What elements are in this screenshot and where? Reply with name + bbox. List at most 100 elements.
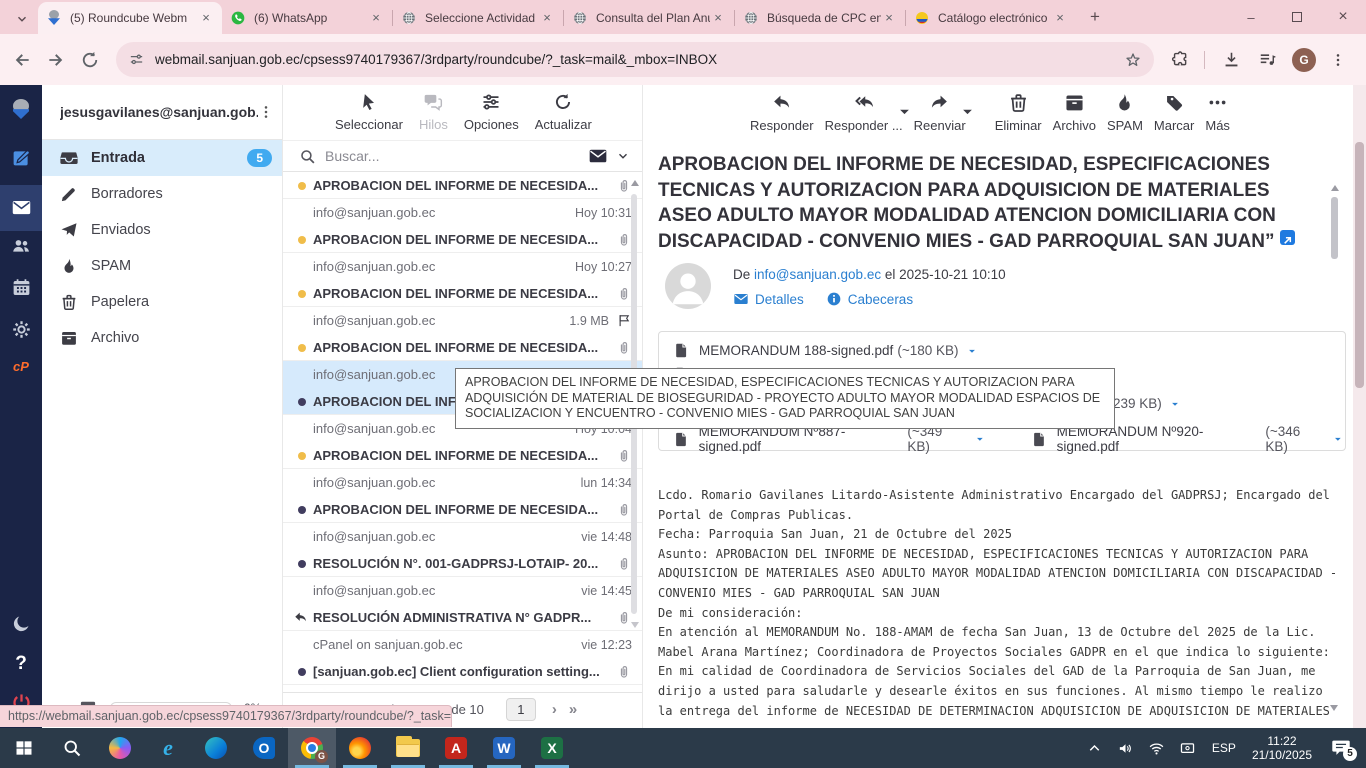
seleccionar-button[interactable]: Seleccionar xyxy=(333,88,405,136)
volume-icon[interactable] xyxy=(1117,740,1134,757)
responder-button[interactable]: Responder xyxy=(748,88,816,137)
folder-item-archivo[interactable]: Archivo xyxy=(42,320,282,356)
url-text[interactable]: webmail.sanjuan.gob.ec/cpsess9740179367/… xyxy=(155,52,1124,67)
tab-close-icon[interactable]: × xyxy=(368,10,384,26)
tab-close-icon[interactable]: × xyxy=(198,10,214,26)
tab-close-icon[interactable]: × xyxy=(1052,10,1068,26)
marcar-button[interactable]: Marcar xyxy=(1152,88,1196,137)
tab-close-icon[interactable]: × xyxy=(881,10,897,26)
open-in-new-window-icon[interactable] xyxy=(1280,230,1295,245)
browser-tab[interactable]: (5) Roundcube Webm× xyxy=(38,2,222,34)
taskbar-acrobat-button[interactable]: A xyxy=(432,728,480,768)
wifi-icon[interactable] xyxy=(1148,740,1165,757)
headers-link[interactable]: Cabeceras xyxy=(848,292,913,307)
attachment-menu-caret-icon[interactable] xyxy=(1168,397,1182,411)
folder-item-borradores[interactable]: Borradores xyxy=(42,176,282,212)
address-bar[interactable]: webmail.sanjuan.gob.ec/cpsess9740179367/… xyxy=(116,42,1154,77)
attachment-menu-caret-icon[interactable] xyxy=(965,344,979,358)
browser-tab[interactable]: Consulta del Plan Anu× xyxy=(564,2,734,34)
page-scroll-thumb[interactable] xyxy=(1355,142,1364,388)
help-icon[interactable]: ? xyxy=(0,653,42,675)
message-list-row[interactable]: info@sanjuan.gob.ecvie 14:48RESOLUCIÓN N… xyxy=(283,523,642,577)
opciones-button[interactable]: Opciones xyxy=(462,88,521,136)
taskbar-explorer-button[interactable] xyxy=(384,728,432,768)
más-button[interactable]: Más xyxy=(1203,88,1232,137)
folder-item-spam[interactable]: SPAM xyxy=(42,248,282,284)
connect-display-icon[interactable] xyxy=(1179,740,1196,757)
message-list-row[interactable]: APROBACION DEL INFORME DE NECESIDA... xyxy=(283,172,642,199)
taskbar-clock[interactable]: 11:22 21/10/2025 xyxy=(1252,734,1312,762)
taskbar-search-button[interactable] xyxy=(48,728,96,768)
message-list-row[interactable]: info@sanjuan.gob.ec1.9 MBAPROBACION DEL … xyxy=(283,307,642,361)
dropdown-caret-icon[interactable] xyxy=(957,101,978,122)
attachment-item[interactable]: 239 KB) xyxy=(1109,396,1182,411)
scroll-up-icon[interactable] xyxy=(631,180,639,186)
next-page-button[interactable]: › xyxy=(552,701,555,718)
media-controls-icon[interactable] xyxy=(1258,50,1277,69)
from-email-link[interactable]: info@sanjuan.gob.ec xyxy=(754,267,881,282)
cpanel-logo[interactable]: cP xyxy=(0,359,42,374)
compose-button[interactable] xyxy=(0,147,42,168)
calendar-nav-icon[interactable] xyxy=(0,277,42,298)
account-menu-icon[interactable] xyxy=(258,103,274,121)
scroll-down-icon[interactable] xyxy=(1330,705,1338,711)
folder-item-papelera[interactable]: Papelera xyxy=(42,284,282,320)
browser-tab[interactable]: Catálogo electrónico× xyxy=(906,2,1076,34)
new-tab-button[interactable]: + xyxy=(1082,5,1108,31)
taskbar-start-button[interactable] xyxy=(0,728,48,768)
details-link[interactable]: Detalles xyxy=(755,292,804,307)
site-settings-icon[interactable] xyxy=(128,51,145,68)
attachment-item[interactable]: MEMORANDUM Nº920-signed.pdf (~346 KB) xyxy=(1031,424,1345,454)
last-page-button[interactable]: » xyxy=(569,701,575,718)
browser-tab[interactable]: (6) WhatsApp× xyxy=(222,2,392,34)
search-input[interactable] xyxy=(325,148,588,164)
taskbar-firefox-button[interactable] xyxy=(336,728,384,768)
close-button[interactable]: × xyxy=(1320,0,1366,34)
roundcube-logo[interactable] xyxy=(0,99,42,121)
page-scrollbar[interactable] xyxy=(1353,85,1366,728)
hilos-button[interactable]: Hilos xyxy=(417,88,450,136)
taskbar-chrome-button[interactable]: G xyxy=(288,728,336,768)
scroll-up-icon[interactable] xyxy=(1331,185,1339,191)
dark-mode-icon[interactable] xyxy=(0,613,42,634)
message-list-row[interactable]: info@sanjuan.gob.ecvie 14:45RESOLUCIÓN A… xyxy=(283,577,642,631)
forward-button[interactable] xyxy=(46,50,66,70)
maximize-button[interactable] xyxy=(1274,0,1320,34)
taskbar-copilot-button[interactable] xyxy=(96,728,144,768)
responder--button[interactable]: Responder ... xyxy=(823,88,905,137)
scroll-down-icon[interactable] xyxy=(631,622,639,628)
folder-item-enviados[interactable]: Enviados xyxy=(42,212,282,248)
reenviar-button[interactable]: Reenviar xyxy=(912,88,968,137)
notifications-button[interactable]: 5 xyxy=(1330,737,1352,759)
message-list-row[interactable]: info@sanjuan.gob.ecHoy 10:27APROBACION D… xyxy=(283,253,642,307)
tab-list-chevron-icon[interactable] xyxy=(8,6,36,32)
eliminar-button[interactable]: Eliminar xyxy=(993,88,1044,137)
tray-chevron-up-icon[interactable] xyxy=(1086,740,1103,757)
message-list-row[interactable]: info@sanjuan.gob.ecHoy 10:31APROBACION D… xyxy=(283,199,642,253)
message-list-row[interactable]: cPanel on sanjuan.gob.ecvie 12:23[sanjua… xyxy=(283,631,642,685)
search-scope-mail-icon[interactable] xyxy=(588,146,608,166)
profile-avatar[interactable]: G xyxy=(1292,48,1316,72)
keyboard-language[interactable]: ESP xyxy=(1212,741,1236,755)
extensions-icon[interactable] xyxy=(1171,50,1190,69)
taskbar-excel-button[interactable]: X xyxy=(528,728,576,768)
attachment-menu-caret-icon[interactable] xyxy=(1331,432,1345,446)
attachment-item[interactable]: MEMORANDUM 188-signed.pdf (~180 KB) xyxy=(673,341,979,360)
bookmark-star-icon[interactable] xyxy=(1124,51,1142,69)
back-button[interactable] xyxy=(12,50,32,70)
reload-button[interactable] xyxy=(80,50,100,70)
browser-tab[interactable]: Seleccione Actividad× xyxy=(393,2,563,34)
message-list-row[interactable]: info@sanjuan.gob.eclun 14:34APROBACION D… xyxy=(283,469,642,523)
mail-nav-icon[interactable] xyxy=(0,197,42,218)
message-scrollbar[interactable] xyxy=(1331,185,1339,259)
minimize-button[interactable]: – xyxy=(1228,0,1274,34)
browser-menu-icon[interactable] xyxy=(1330,51,1346,69)
flag-icon[interactable] xyxy=(617,313,632,328)
taskbar-outlook-button[interactable]: O xyxy=(240,728,288,768)
folder-item-entrada[interactable]: Entrada5 xyxy=(42,140,282,176)
actualizar-button[interactable]: Actualizar xyxy=(533,88,594,136)
page-number-input[interactable]: 1 xyxy=(506,698,536,721)
taskbar-ie-button[interactable]: e xyxy=(144,728,192,768)
archivo-button[interactable]: Archivo xyxy=(1051,88,1098,137)
taskbar-word-button[interactable]: W xyxy=(480,728,528,768)
